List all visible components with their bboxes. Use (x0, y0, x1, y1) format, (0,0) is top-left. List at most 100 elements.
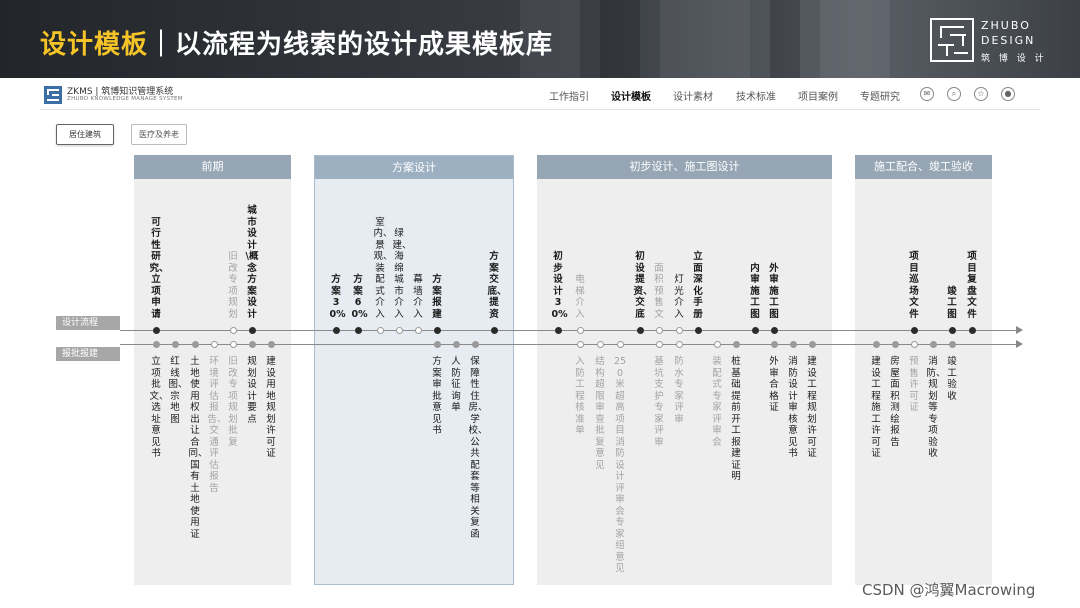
approval-node-dot[interactable] (808, 340, 816, 348)
approval-node-dot[interactable] (267, 340, 275, 348)
approval-node-label[interactable]: 建设用地规划许可证 (265, 356, 278, 460)
design-node-label[interactable]: 室内、景观、装配式介入 (374, 217, 393, 321)
design-node-dot[interactable] (770, 326, 778, 334)
approval-node-label[interactable]: 桩基础提前开工报建证明 (730, 356, 743, 483)
nav-item-project-case[interactable]: 项目案例 (798, 88, 838, 103)
design-node-label[interactable]: 方案交底、提资 (488, 251, 507, 320)
design-node-label[interactable]: 旧改专项规划 (227, 251, 240, 320)
design-node-dot[interactable] (751, 326, 759, 334)
approval-node-label[interactable]: 保障性住房、学校、公共配套等相关复函 (469, 356, 488, 540)
approval-node-label[interactable]: 方案审批意见书 (431, 356, 444, 437)
approval-node-label[interactable]: 建设工程施工许可证 (870, 356, 883, 460)
design-node-label[interactable]: 初步设计30% (552, 251, 568, 320)
design-node-dot[interactable] (694, 326, 702, 334)
approval-node-label[interactable]: 立项批文、选址意见书 (150, 356, 169, 460)
approval-node-dot[interactable] (948, 340, 956, 348)
approval-node-dot[interactable] (891, 340, 899, 348)
design-node-label[interactable]: 电梯介入 (574, 274, 587, 320)
design-node-dot[interactable] (576, 326, 584, 334)
approval-node-label[interactable]: 外审合格证 (768, 356, 781, 414)
comment-icon[interactable]: ✉ (920, 87, 934, 101)
nav-item-design-template[interactable]: 设计模板 (611, 88, 651, 103)
design-node-label[interactable]: 外审施工图 (768, 263, 781, 321)
approval-node-dot[interactable] (616, 340, 624, 348)
approval-node-dot[interactable] (910, 340, 918, 348)
nav-item-work-guide[interactable]: 工作指引 (549, 88, 589, 103)
nav-item-tech-standard[interactable]: 技术标准 (736, 88, 776, 103)
approval-node-dot[interactable] (732, 340, 740, 348)
design-node-label[interactable]: 幕墙介入 (412, 274, 425, 320)
approval-node-label[interactable]: 基坑支护专家评审 (653, 356, 666, 448)
approval-node-label[interactable]: 250米超高项目消防设计评审会专家组意见 (614, 356, 627, 575)
approval-node-label[interactable]: 消防、规划等专项验收 (927, 356, 946, 460)
design-node-label[interactable]: 绿建、海绵城市介入 (393, 228, 412, 320)
approval-node-dot[interactable] (675, 340, 683, 348)
design-node-dot[interactable] (376, 326, 384, 334)
approval-node-dot[interactable] (452, 340, 460, 348)
approval-node-label[interactable]: 房屋面积测绘报告 (889, 356, 902, 448)
approval-node-label[interactable]: 竣工验收 (946, 356, 959, 402)
approval-node-label[interactable]: 人防征询单 (450, 356, 463, 414)
design-node-dot[interactable] (910, 326, 918, 334)
approval-node-dot[interactable] (171, 340, 179, 348)
approval-node-label[interactable]: 规划设计要点 (246, 356, 259, 425)
design-node-dot[interactable] (655, 326, 663, 334)
design-node-label[interactable]: 可行性研究、立项申请 (150, 217, 169, 321)
zkms-logo-icon[interactable] (44, 86, 62, 104)
filter-chip-residential[interactable]: 居住建筑 (56, 124, 114, 145)
approval-node-label[interactable]: 红线图、宗地图 (169, 356, 188, 425)
approval-node-label[interactable]: 入防工程核准单 (574, 356, 587, 437)
design-node-dot[interactable] (395, 326, 403, 334)
approval-node-dot[interactable] (872, 340, 880, 348)
design-node-label[interactable]: 方案报建 (431, 274, 444, 320)
approval-node-dot[interactable] (191, 340, 199, 348)
approval-node-label[interactable]: 装配式专家评审会 (711, 356, 724, 448)
search-icon[interactable]: ⌕ (947, 87, 961, 101)
design-node-dot[interactable] (229, 326, 237, 334)
design-node-dot[interactable] (354, 326, 362, 334)
approval-node-label[interactable]: 土地使用权出让合同、国有土地使用证 (189, 356, 208, 540)
design-node-dot[interactable] (248, 326, 256, 334)
approval-node-dot[interactable] (471, 340, 479, 348)
design-node-dot[interactable] (490, 326, 498, 334)
nav-item-design-material[interactable]: 设计素材 (673, 88, 713, 103)
design-node-label[interactable]: 城市设计\概念方案设计 (246, 205, 259, 320)
design-node-dot[interactable] (948, 326, 956, 334)
approval-node-label[interactable]: 旧改专项规划批复 (227, 356, 240, 448)
approval-node-dot[interactable] (210, 340, 218, 348)
nav-item-topic-research[interactable]: 专题研究 (860, 88, 900, 103)
design-node-label[interactable]: 灯光介入 (673, 274, 686, 320)
approval-node-dot[interactable] (229, 340, 237, 348)
design-node-dot[interactable] (636, 326, 644, 334)
design-node-dot[interactable] (554, 326, 562, 334)
approval-node-label[interactable]: 环境评估报告、交通评估报告 (208, 356, 227, 494)
design-node-label[interactable]: 立面深化手册 (692, 251, 705, 320)
design-node-dot[interactable] (433, 326, 441, 334)
design-node-label[interactable]: 内审施工图 (749, 263, 762, 321)
approval-node-dot[interactable] (789, 340, 797, 348)
design-node-label[interactable]: 初设提资、交底 (634, 251, 653, 320)
approval-node-dot[interactable] (596, 340, 604, 348)
approval-node-label[interactable]: 预售许可证 (908, 356, 921, 414)
approval-node-dot[interactable] (152, 340, 160, 348)
approval-node-label[interactable]: 消防设计审核意见书 (787, 356, 800, 460)
design-node-dot[interactable] (332, 326, 340, 334)
approval-node-dot[interactable] (713, 340, 721, 348)
design-node-dot[interactable] (968, 326, 976, 334)
design-node-label[interactable]: 竣工图 (946, 286, 959, 321)
design-node-label[interactable]: 方案30% (330, 274, 346, 320)
filter-chip-healthcare[interactable]: 医疗及养老 (131, 124, 187, 145)
design-node-label[interactable]: 方案60% (352, 274, 368, 320)
user-icon[interactable]: ● (1001, 87, 1015, 101)
design-node-dot[interactable] (152, 326, 160, 334)
approval-node-dot[interactable] (929, 340, 937, 348)
design-node-dot[interactable] (675, 326, 683, 334)
star-icon[interactable]: ☆ (974, 87, 988, 101)
approval-node-dot[interactable] (770, 340, 778, 348)
approval-node-dot[interactable] (576, 340, 584, 348)
approval-node-label[interactable]: 结构超限审查批复意见 (594, 356, 607, 471)
design-node-dot[interactable] (414, 326, 422, 334)
approval-node-dot[interactable] (655, 340, 663, 348)
approval-node-label[interactable]: 建设工程规划许可证 (806, 356, 819, 460)
design-node-label[interactable]: 项目巡场文件 (908, 251, 921, 320)
